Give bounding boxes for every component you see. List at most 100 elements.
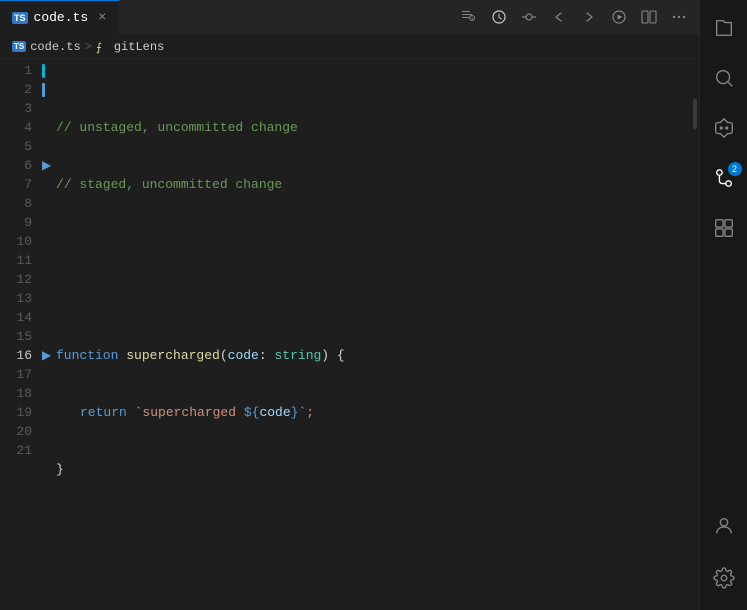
debug-icon xyxy=(713,117,735,139)
arrow-right-icon xyxy=(581,9,597,25)
code-line-9 xyxy=(56,574,685,593)
commit-icon xyxy=(521,9,537,25)
tab-close-button[interactable]: × xyxy=(98,11,106,25)
activity-settings-button[interactable] xyxy=(700,554,747,602)
gutter-20 xyxy=(42,422,52,441)
ln-3: 3 xyxy=(0,99,32,118)
gutter-13 xyxy=(42,289,52,308)
git-gutter: ▶ ▶ xyxy=(42,59,52,610)
function-symbol-icon: ⨍ xyxy=(96,40,110,54)
history-icon xyxy=(491,9,507,25)
ln-17: 17 xyxy=(0,365,32,384)
staged-indicator xyxy=(42,83,45,97)
gutter-16: ▶ xyxy=(42,346,52,365)
gutter-2 xyxy=(42,80,52,99)
unstaged-indicator xyxy=(42,64,45,78)
editor-area: TS code.ts × xyxy=(0,0,699,610)
code-editor[interactable]: // unstaged, uncommitted change // stage… xyxy=(52,59,685,610)
ln-6: 6 xyxy=(0,156,32,175)
activity-bar: 2 xyxy=(699,0,747,610)
activity-explorer-button[interactable] xyxy=(700,4,747,52)
split-icon xyxy=(641,9,657,25)
kw-function-1: function xyxy=(56,346,126,365)
history-action-button[interactable] xyxy=(485,3,513,31)
tab-actions xyxy=(455,0,699,34)
code-line-5: function supercharged(code: string) { xyxy=(56,346,685,365)
ln-19: 19 xyxy=(0,403,32,422)
ln-12: 12 xyxy=(0,270,32,289)
breadcrumb-file[interactable]: code.ts xyxy=(30,40,80,54)
code-line-4 xyxy=(56,289,685,308)
extensions-icon xyxy=(713,217,735,239)
kw-return-1: return xyxy=(80,403,135,422)
editor-content: 1 2 3 4 5 6 7 8 9 10 11 12 13 14 15 16 1… xyxy=(0,59,699,610)
activity-bar-top: 2 xyxy=(700,4,747,502)
ln-7: 7 xyxy=(0,175,32,194)
ln-2: 2 xyxy=(0,80,32,99)
ln-8: 8 xyxy=(0,194,32,213)
active-tab[interactable]: TS code.ts × xyxy=(0,0,120,34)
activity-run-button[interactable] xyxy=(700,104,747,152)
tab-filename: code.ts xyxy=(34,10,89,25)
activity-extensions-button[interactable] xyxy=(700,204,747,252)
activity-account-button[interactable] xyxy=(700,502,747,550)
breadcrumb-symbol[interactable]: gitLens xyxy=(114,40,164,54)
ln-10: 10 xyxy=(0,232,32,251)
scroll-thumb[interactable] xyxy=(693,99,697,129)
breadcrumb: TS code.ts > ⨍ gitLens xyxy=(0,35,699,59)
code-line-1: // unstaged, uncommitted change xyxy=(56,118,685,137)
gutter-5 xyxy=(42,137,52,156)
navigate-forward-button[interactable] xyxy=(575,3,603,31)
gutter-21 xyxy=(42,441,52,460)
run-action-button[interactable] xyxy=(605,3,633,31)
code-line-2: // staged, uncommitted change xyxy=(56,175,685,194)
arrow-left-icon xyxy=(551,9,567,25)
ln-15: 15 xyxy=(0,327,32,346)
blame-icon xyxy=(461,9,477,25)
scm-badge: 2 xyxy=(728,162,742,176)
gutter-1 xyxy=(42,61,52,80)
ln-5: 5 xyxy=(0,137,32,156)
navigate-back-button[interactable] xyxy=(545,3,573,31)
template-literal: `supercharged xyxy=(135,403,244,422)
gutter-18 xyxy=(42,384,52,403)
gutter-9 xyxy=(42,213,52,232)
ln-1: 1 xyxy=(0,61,32,80)
gear-icon xyxy=(713,567,735,589)
more-actions-button[interactable] xyxy=(665,3,693,31)
code-line-7: } xyxy=(56,460,685,479)
commit-action-button[interactable] xyxy=(515,3,543,31)
fn-supercharged: supercharged xyxy=(126,346,220,365)
ln-18: 18 xyxy=(0,384,32,403)
split-editor-button[interactable] xyxy=(635,3,663,31)
gutter-7 xyxy=(42,175,52,194)
line-numbers-gutter: 1 2 3 4 5 6 7 8 9 10 11 12 13 14 15 16 1… xyxy=(0,59,42,610)
ln-13: 13 xyxy=(0,289,32,308)
gutter-10 xyxy=(42,232,52,251)
gutter-11 xyxy=(42,251,52,270)
ln-4: 4 xyxy=(0,118,32,137)
gutter-15 xyxy=(42,327,52,346)
gutter-14 xyxy=(42,308,52,327)
comment-1: // unstaged, uncommitted change xyxy=(56,118,298,137)
files-icon xyxy=(713,17,735,39)
breadcrumb-ts-icon: TS xyxy=(12,41,26,52)
ln-20: 20 xyxy=(0,422,32,441)
account-icon xyxy=(713,515,735,537)
activity-scm-button[interactable]: 2 xyxy=(700,154,747,202)
ts-file-icon: TS xyxy=(12,12,28,24)
code-line-3 xyxy=(56,232,685,251)
scrollbar-track[interactable] xyxy=(685,59,699,610)
svg-text:⨍: ⨍ xyxy=(96,42,102,54)
tab-bar: TS code.ts × xyxy=(0,0,699,35)
ln-16: 16 xyxy=(0,346,32,365)
ln-11: 11 xyxy=(0,251,32,270)
blame-action-button[interactable] xyxy=(455,3,483,31)
code-line-6: return `supercharged ${code}`; xyxy=(56,403,685,422)
gutter-17 xyxy=(42,365,52,384)
gutter-6: ▶ xyxy=(42,156,52,175)
gutter-8 xyxy=(42,194,52,213)
ln-21: 21 xyxy=(0,441,32,460)
activity-search-button[interactable] xyxy=(700,54,747,102)
scrollbar-area xyxy=(693,59,697,610)
